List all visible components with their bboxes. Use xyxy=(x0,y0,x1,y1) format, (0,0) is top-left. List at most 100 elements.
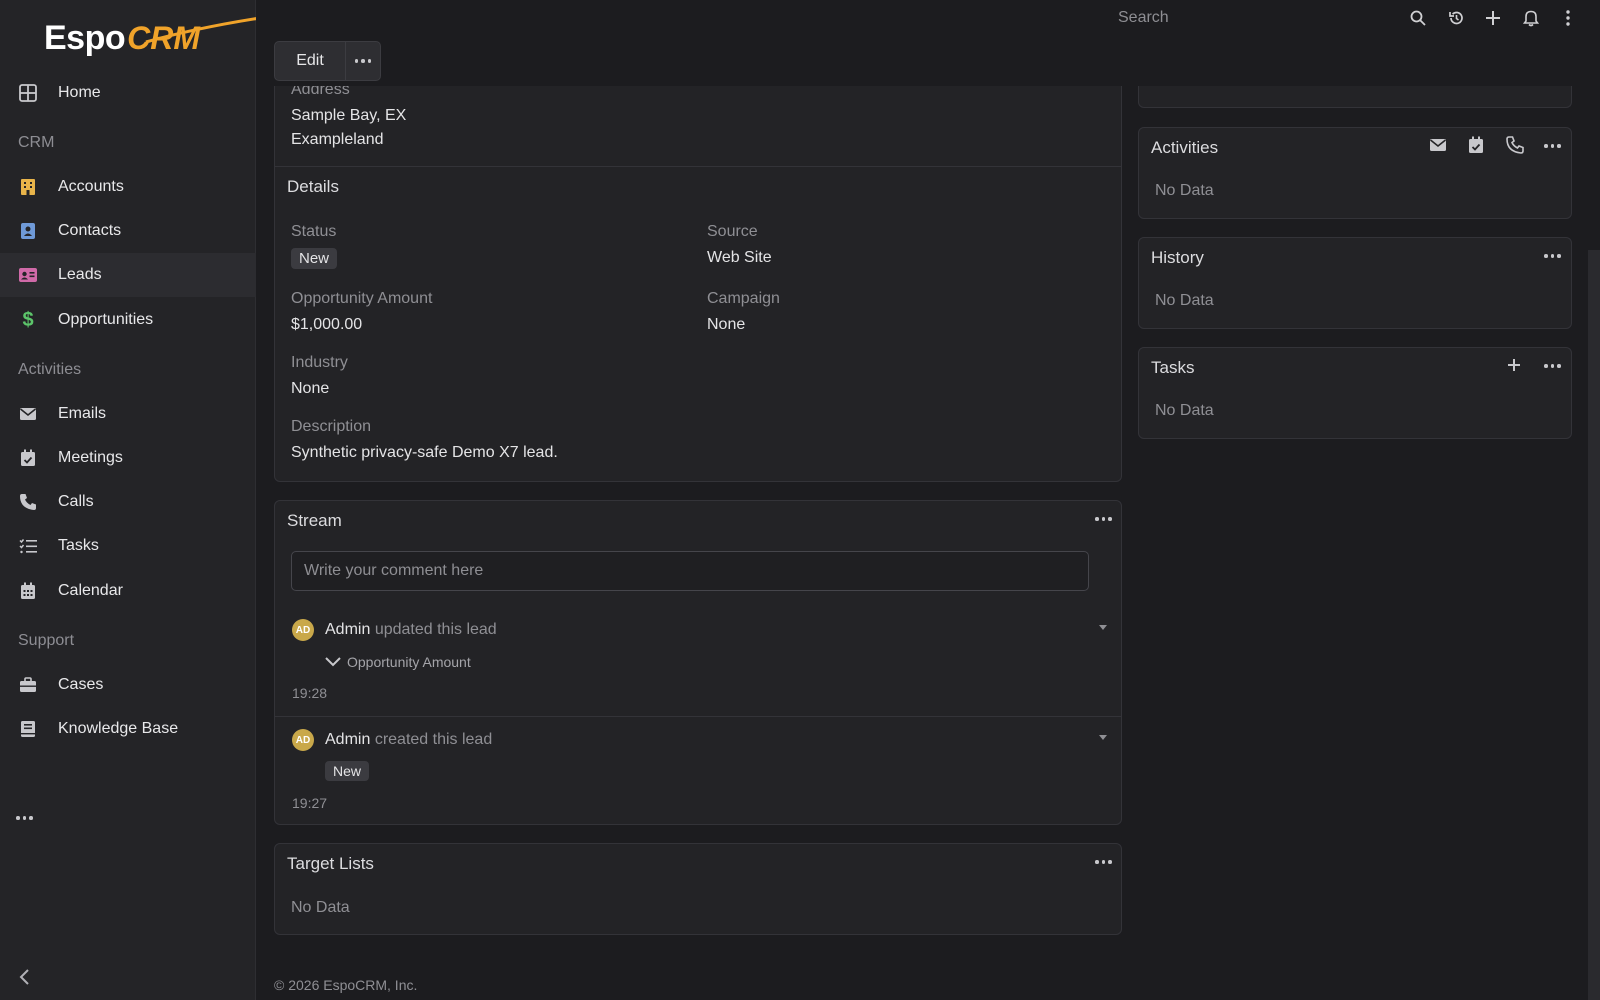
description-label: Description xyxy=(291,418,372,435)
sidebar-collapse-chevron-icon[interactable] xyxy=(18,968,32,991)
tasks-panel: Tasks No Data xyxy=(1138,347,1572,439)
sidebar-item-accounts[interactable]: Accounts xyxy=(0,165,256,209)
address-line-1: Sample Bay, EX xyxy=(291,107,407,124)
add-task-plus-icon[interactable] xyxy=(1507,358,1521,377)
sidebar-item-tasks[interactable]: Tasks xyxy=(0,524,256,568)
chevron-down-icon xyxy=(325,657,341,667)
address-line-2: Exampleland xyxy=(291,131,384,148)
sidebar-item-label: Accounts xyxy=(58,178,124,195)
tasks-menu-ellipsis-icon[interactable] xyxy=(1544,360,1561,372)
sidebar-item-calls[interactable]: Calls xyxy=(0,480,256,524)
sidebar-item-leads[interactable]: Leads xyxy=(0,253,256,297)
note-user-link[interactable]: Admin xyxy=(325,621,370,638)
sidebar-item-label: Meetings xyxy=(58,449,123,466)
menu-kebab-icon[interactable] xyxy=(1558,8,1578,28)
sidebar-item-label: Tasks xyxy=(58,537,99,554)
status-badge: New xyxy=(291,248,338,269)
contact-book-icon xyxy=(18,221,38,241)
sidebar-item-contacts[interactable]: Contacts xyxy=(0,209,256,253)
history-menu-ellipsis-icon[interactable] xyxy=(1544,250,1561,262)
history-icon[interactable] xyxy=(1446,8,1466,28)
note-time: 19:27 xyxy=(292,795,328,811)
app-logo[interactable]: Espo CRM xyxy=(44,16,261,60)
target-lists-menu-ellipsis-icon[interactable] xyxy=(1095,856,1112,868)
note-user-link[interactable]: Admin xyxy=(325,731,370,748)
stream-title: Stream xyxy=(287,511,342,530)
plus-icon[interactable] xyxy=(1483,8,1503,28)
target-lists-panel: Target Lists No Data xyxy=(274,843,1122,935)
nav-group-activities: Activities xyxy=(18,361,82,378)
book-icon xyxy=(18,719,38,739)
source-value: Web Site xyxy=(707,249,772,266)
phone-icon xyxy=(18,492,38,512)
search-icon[interactable] xyxy=(1408,8,1428,28)
footer-copyright: © 2026 EspoCRM, Inc. xyxy=(274,977,418,993)
stream-panel: Stream AD Admin updated this lead Opport… xyxy=(274,500,1122,825)
sidebar-more-icon[interactable] xyxy=(16,812,33,824)
status-label: Status xyxy=(291,223,337,240)
edit-button[interactable]: Edit xyxy=(274,41,346,81)
description-value: Synthetic privacy-safe Demo X7 lead. xyxy=(291,444,558,461)
status-badge: New xyxy=(325,761,370,781)
opportunity-amount-value: $1,000.00 xyxy=(291,316,363,333)
top-bar xyxy=(256,0,1600,86)
industry-label: Industry xyxy=(291,354,348,371)
log-call-phone-icon[interactable] xyxy=(1506,136,1524,159)
page-scrollbar[interactable] xyxy=(1588,250,1600,1000)
sidebar-item-label: Opportunities xyxy=(58,311,154,328)
sidebar-item-calendar[interactable]: Calendar xyxy=(0,569,256,613)
note-text: Admin updated this lead xyxy=(325,621,497,639)
compose-email-envelope-icon[interactable] xyxy=(1429,138,1447,157)
note-text: Admin created this lead xyxy=(325,731,492,749)
note-action: updated this lead xyxy=(374,621,497,638)
activities-menu-ellipsis-icon[interactable] xyxy=(1544,140,1561,152)
sidebar-item-emails[interactable]: Emails xyxy=(0,392,256,436)
stream-menu-ellipsis-icon[interactable] xyxy=(1095,513,1112,525)
sidebar-item-meetings[interactable]: Meetings xyxy=(0,436,256,480)
calendar-check-icon xyxy=(18,448,38,468)
nav-group-crm: CRM xyxy=(18,134,55,151)
sidebar-item-label: Knowledge Base xyxy=(58,720,179,737)
avatar: AD xyxy=(292,619,314,641)
sidebar-item-label: Calendar xyxy=(58,582,123,599)
sidebar-item-cases[interactable]: Cases xyxy=(0,663,256,707)
source-label: Source xyxy=(707,223,758,240)
no-data-text: No Data xyxy=(1155,402,1214,419)
ellipsis-icon xyxy=(354,55,372,67)
record-actions: Edit xyxy=(274,41,381,81)
calendar-grid-icon xyxy=(18,581,38,601)
more-actions-button[interactable] xyxy=(346,41,381,81)
bell-icon[interactable] xyxy=(1521,8,1541,28)
no-data-text: No Data xyxy=(1155,182,1214,199)
sidebar-item-label: Calls xyxy=(58,493,94,510)
sidebar-item-label: Home xyxy=(58,84,101,101)
note-divider xyxy=(275,716,1121,717)
dollar-icon: $ xyxy=(22,308,34,331)
details-panel: Details Status New Source Web Site Oppor… xyxy=(274,166,1122,482)
changed-field-name: Opportunity Amount xyxy=(347,654,471,670)
global-search-input[interactable] xyxy=(1118,4,1378,32)
envelope-icon xyxy=(18,404,38,424)
no-data-text: No Data xyxy=(291,899,350,916)
sidebar-item-knowledge-base[interactable]: Knowledge Base xyxy=(0,707,256,751)
id-card-icon xyxy=(18,265,38,285)
activities-panel: Activities No Data xyxy=(1138,127,1572,219)
schedule-meeting-calendar-icon[interactable] xyxy=(1468,136,1484,159)
sidebar-item-label: Emails xyxy=(58,405,107,422)
note-action: created this lead xyxy=(374,731,493,748)
sidebar-item-opportunities[interactable]: $ Opportunities xyxy=(0,298,256,342)
briefcase-icon xyxy=(18,675,38,695)
note-time: 19:28 xyxy=(292,685,328,701)
campaign-label: Campaign xyxy=(707,290,780,307)
note-dropdown-caret-icon[interactable] xyxy=(1099,735,1107,740)
note-dropdown-caret-icon[interactable] xyxy=(1099,625,1107,630)
building-icon xyxy=(18,177,38,197)
sidebar-item-label: Contacts xyxy=(58,222,122,239)
sidebar-item-home[interactable]: Home xyxy=(0,71,256,115)
nav-group-support: Support xyxy=(18,632,75,649)
changed-field-toggle[interactable]: Opportunity Amount xyxy=(325,654,471,670)
activities-title: Activities xyxy=(1151,138,1219,157)
avatar: AD xyxy=(292,729,314,751)
sidebar-item-label: Cases xyxy=(58,676,104,693)
comment-input[interactable] xyxy=(291,551,1089,591)
